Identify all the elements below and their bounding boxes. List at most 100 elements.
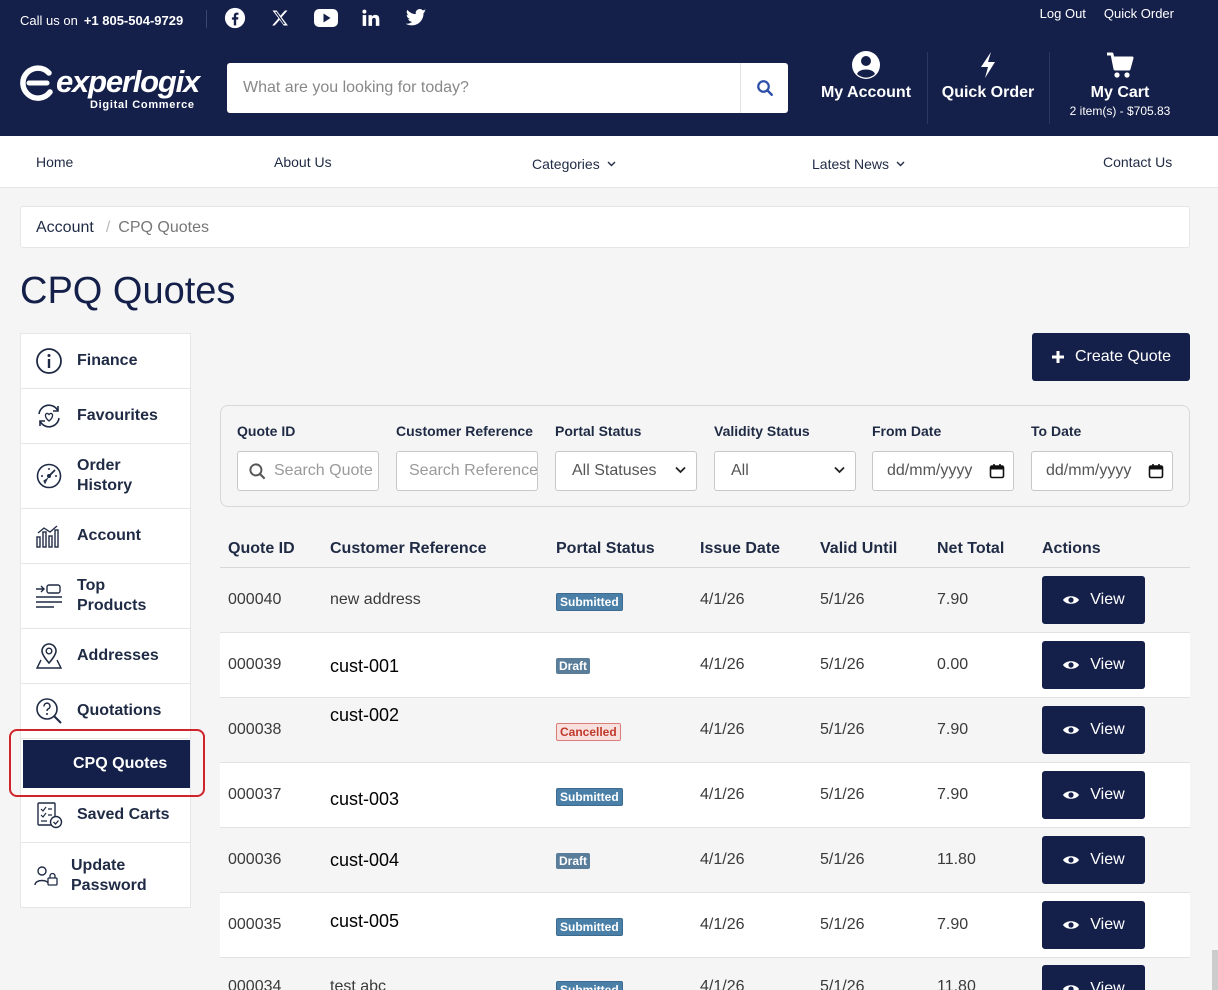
search-icon [249, 463, 266, 480]
checklist-icon [21, 800, 77, 830]
table-row: 000039 cust-001 Draft 4/1/26 5/1/26 0.00… [220, 633, 1190, 698]
plus-icon [1051, 351, 1064, 363]
nav-label: Categories [532, 156, 600, 172]
filter-validity-status: Validity Status All [714, 423, 856, 491]
filters-panel: Quote ID Search Quote ID Customer Refere… [220, 405, 1190, 507]
quick-order-button[interactable]: Quick Order [942, 50, 1034, 126]
create-quote-button[interactable]: Create Quote [1032, 333, 1190, 381]
call-us: Call us on +1 805-504-9729 [20, 13, 183, 28]
calendar-icon[interactable] [1148, 463, 1164, 479]
phone-link[interactable]: +1 805-504-9729 [84, 13, 183, 28]
cell-issue-date: 4/1/26 [700, 591, 745, 608]
facebook-icon[interactable] [223, 6, 247, 30]
sidebar-item-top-products[interactable]: Top Products [21, 564, 190, 629]
cell-quote-id: 000035 [228, 916, 282, 933]
view-quote-button[interactable]: View [1042, 576, 1145, 624]
nav-latest-news[interactable]: Latest News [812, 154, 905, 172]
view-label: View [1090, 786, 1125, 803]
sidebar-item-update-password[interactable]: Update Password [21, 843, 190, 908]
portal-status-value: All Statuses [572, 462, 657, 479]
view-quote-button[interactable]: View [1042, 641, 1145, 689]
search-icon [756, 80, 773, 96]
table-row: 000036 cust-004 Draft 4/1/26 5/1/26 11.8… [220, 828, 1190, 893]
sidebar-item-favourites[interactable]: Favourites [21, 389, 190, 444]
customer-reference-input[interactable]: Search Reference [396, 451, 538, 491]
column-header-valid-until[interactable]: Valid Until [820, 540, 897, 558]
eye-icon [1063, 596, 1080, 604]
my-account-button[interactable]: My Account [820, 50, 912, 126]
quick-order-label: Quick Order [941, 84, 1035, 101]
twitter-bird-icon[interactable] [404, 6, 428, 30]
validity-status-select[interactable]: All [714, 451, 856, 491]
to-date-placeholder: dd/mm/yyyy [1046, 462, 1132, 479]
from-date-input[interactable]: dd/mm/yyyy [872, 451, 1014, 491]
view-quote-button[interactable]: View [1042, 706, 1145, 754]
chevron-down-icon [896, 154, 905, 170]
nav-label: Home [36, 154, 74, 170]
sidebar-item-account[interactable]: Account [21, 509, 190, 564]
table-row: 000034 test abc Submitted 4/1/26 5/1/26 … [220, 958, 1190, 990]
nav-categories[interactable]: Categories [532, 154, 616, 172]
filter-quote-id: Quote ID Search Quote ID [237, 423, 379, 491]
cell-issue-date: 4/1/26 [700, 916, 745, 933]
cell-valid-until: 5/1/26 [820, 786, 865, 803]
sidebar-item-finance[interactable]: Finance [21, 334, 190, 389]
view-label: View [1090, 656, 1125, 673]
view-quote-button[interactable]: View [1042, 771, 1145, 819]
view-quote-button[interactable]: View [1042, 836, 1145, 884]
eye-icon [1063, 985, 1080, 990]
view-quote-button[interactable]: View [1042, 901, 1145, 949]
cell-issue-date: 4/1/26 [700, 978, 745, 990]
cart-icon [1107, 52, 1134, 78]
location-pin-icon [21, 641, 77, 671]
calendar-icon[interactable] [989, 463, 1005, 479]
logout-link[interactable]: Log Out [1040, 6, 1086, 21]
logo-wordmark: experlogix [56, 64, 200, 99]
column-header-quote-id[interactable]: Quote ID [228, 540, 295, 558]
sidebar-item-label: Quotations [77, 702, 162, 719]
cell-quote-id: 000038 [228, 721, 282, 738]
cell-net-total: 7.90 [937, 721, 969, 738]
view-quote-button[interactable]: View [1042, 965, 1145, 990]
portal-status-select[interactable]: All Statuses [555, 451, 697, 491]
header-divider [1049, 52, 1050, 124]
nav-about-us[interactable]: About Us [274, 154, 332, 170]
page-title: CPQ Quotes [20, 270, 236, 312]
from-date-placeholder: dd/mm/yyyy [887, 462, 973, 479]
linkedin-icon[interactable] [359, 6, 383, 30]
column-header-portal-status[interactable]: Portal Status [556, 540, 655, 558]
quote-id-placeholder: Search Quote ID [274, 462, 378, 479]
nav-label: Contact Us [1103, 154, 1173, 170]
x-twitter-icon[interactable] [268, 6, 292, 30]
search-input[interactable] [227, 63, 739, 113]
status-badge: Cancelled [556, 723, 621, 741]
column-header-net-total[interactable]: Net Total [937, 540, 1004, 558]
bar-chart-icon [21, 523, 77, 549]
youtube-icon[interactable] [314, 6, 338, 30]
quote-id-search-input[interactable]: Search Quote ID [237, 451, 379, 491]
filter-label: Customer Reference [396, 423, 533, 439]
logo[interactable]: experlogix Digital Commerce [20, 62, 200, 112]
cell-customer-reference: cust-003 [330, 789, 400, 809]
cell-quote-id: 000034 [228, 978, 282, 990]
filter-label: Portal Status [555, 423, 642, 439]
search-button[interactable] [740, 63, 788, 113]
speedometer-icon [21, 462, 77, 490]
cell-quote-id: 000037 [228, 786, 282, 803]
view-label: View [1090, 916, 1125, 933]
nav-home[interactable]: Home [36, 154, 73, 170]
quick-order-link[interactable]: Quick Order [1104, 6, 1174, 21]
chevron-down-icon [834, 466, 845, 474]
filter-label: Validity Status [714, 423, 810, 439]
status-badge: Draft [556, 658, 591, 674]
column-header-issue-date[interactable]: Issue Date [700, 540, 780, 558]
to-date-input[interactable]: dd/mm/yyyy [1031, 451, 1173, 491]
sidebar-item-order-history[interactable]: Order History [21, 444, 190, 509]
my-cart-button[interactable]: My Cart 2 item(s) - $705.83 [1064, 50, 1176, 126]
sidebar-item-addresses[interactable]: Addresses [21, 629, 190, 684]
breadcrumb-account-link[interactable]: Account [36, 219, 94, 236]
column-header-customer-reference[interactable]: Customer Reference [330, 540, 487, 558]
page-scrollbar[interactable] [1212, 950, 1218, 990]
cell-valid-until: 5/1/26 [820, 916, 865, 933]
nav-contact-us[interactable]: Contact Us [1103, 154, 1172, 170]
